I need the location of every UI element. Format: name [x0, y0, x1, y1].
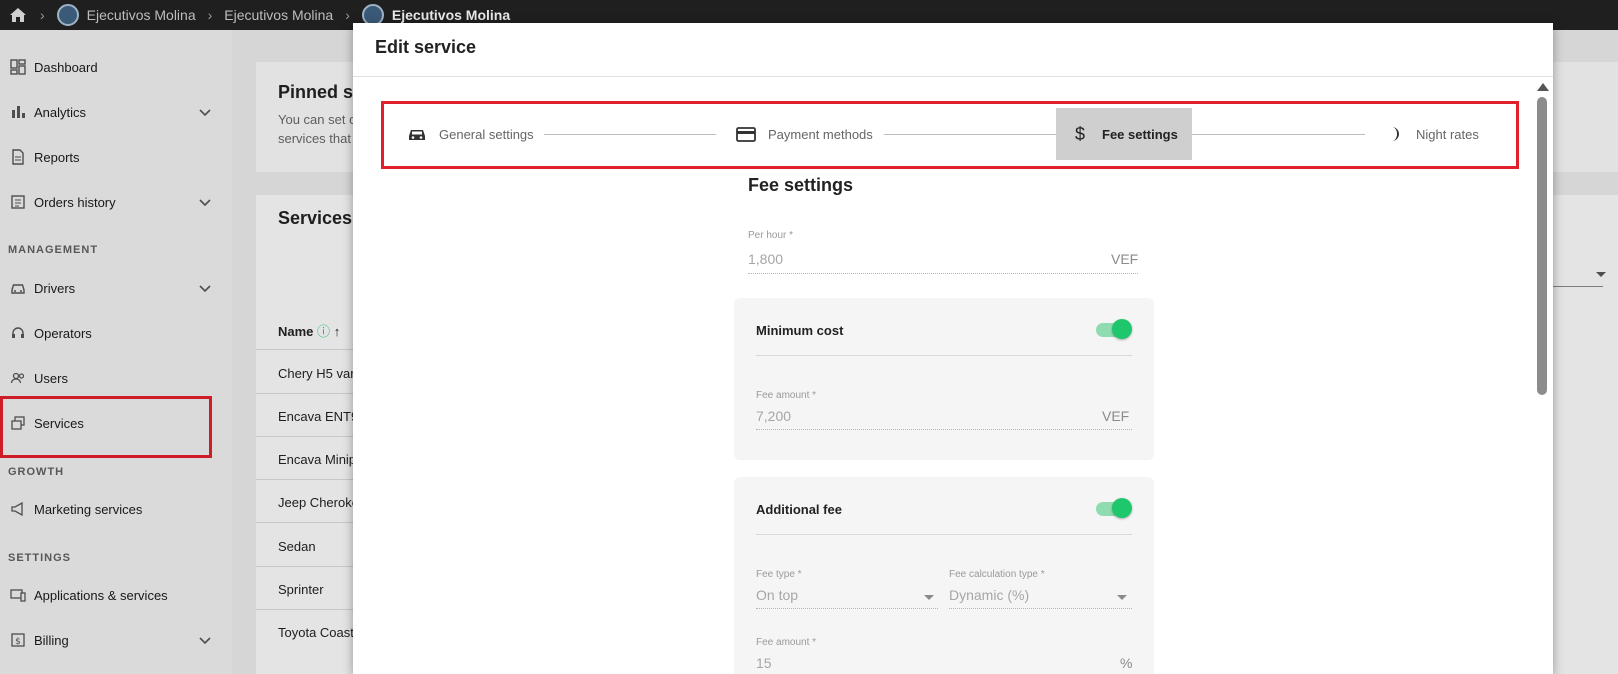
minimum-cost-panel: Minimum cost Fee amount * 7,200 VEF	[734, 298, 1154, 460]
fee-calc-type-select[interactable]: Dynamic (%)	[949, 587, 1029, 603]
minimum-cost-unit: VEF	[1102, 408, 1130, 424]
moon-icon	[1392, 127, 1399, 141]
scroll-up-arrow-icon[interactable]	[1537, 83, 1549, 91]
step-night-rates[interactable]: Night rates	[1384, 108, 1479, 160]
edit-service-modal: Edit service General settings Payment me…	[353, 23, 1553, 674]
additional-fee-unit: %	[1120, 655, 1133, 671]
credit-card-icon	[736, 127, 756, 142]
modal-title: Edit service	[375, 37, 477, 57]
chevron-right-icon: ›	[207, 7, 213, 23]
modal-divider	[353, 76, 1553, 77]
minimum-cost-title: Minimum cost	[756, 323, 844, 338]
breadcrumb-item[interactable]: Ejecutivos Molina	[56, 4, 196, 26]
additional-fee-title: Additional fee	[756, 502, 842, 517]
additional-fee-toggle[interactable]	[1096, 497, 1132, 519]
per-hour-label: Per hour *	[748, 230, 794, 241]
fee-type-select[interactable]: On top	[756, 587, 798, 603]
fee-calc-type-label: Fee calculation type *	[949, 569, 1045, 580]
modal-scrollbar[interactable]	[1536, 83, 1549, 674]
panel-divider	[756, 355, 1132, 356]
chevron-right-icon: ›	[40, 7, 45, 23]
home-icon	[10, 8, 26, 22]
fee-calc-type-underline	[949, 608, 1132, 609]
step-connector	[884, 134, 1056, 135]
car-icon	[409, 130, 425, 140]
minimum-cost-fee-input[interactable]: 7,200	[756, 408, 791, 424]
step-connector	[1192, 134, 1365, 135]
additional-fee-amount-input[interactable]: 15	[756, 655, 772, 671]
section-title: Fee settings	[748, 175, 854, 195]
per-hour-unit: VEF	[1111, 251, 1139, 267]
step-fee-settings[interactable]: $ Fee settings	[1056, 108, 1192, 160]
fee-calc-type-dropdown-icon[interactable]	[1117, 595, 1127, 600]
minimum-cost-fee-label: Fee amount *	[756, 390, 817, 401]
panel-divider	[756, 534, 1132, 535]
additional-fee-amount-label: Fee amount *	[756, 637, 817, 648]
toggle-knob	[1112, 498, 1132, 518]
additional-fee-panel: Additional fee Fee type * On top Fee cal…	[734, 477, 1154, 674]
step-general-settings[interactable]: General settings	[407, 108, 534, 160]
breadcrumb-home[interactable]	[8, 6, 28, 24]
toggle-knob	[1112, 319, 1132, 339]
fee-type-label: Fee type *	[756, 569, 802, 580]
step-payment-methods[interactable]: Payment methods	[736, 108, 873, 160]
minimum-cost-underline	[756, 429, 1132, 430]
step-connector	[544, 134, 716, 135]
minimum-cost-toggle[interactable]	[1096, 318, 1132, 340]
scroll-thumb[interactable]	[1537, 97, 1547, 395]
stepper: General settings Payment methods $ Fee s…	[381, 101, 1519, 169]
per-hour-input[interactable]: 1,800	[748, 251, 783, 267]
dollar-icon: $	[1074, 124, 1085, 144]
company-logo	[56, 4, 79, 26]
fee-type-underline	[756, 608, 938, 609]
chevron-right-icon: ›	[345, 7, 350, 23]
breadcrumb-item[interactable]: Ejecutivos Molina	[224, 7, 333, 23]
fee-type-dropdown-icon[interactable]	[924, 595, 934, 600]
per-hour-underline	[748, 273, 1138, 274]
